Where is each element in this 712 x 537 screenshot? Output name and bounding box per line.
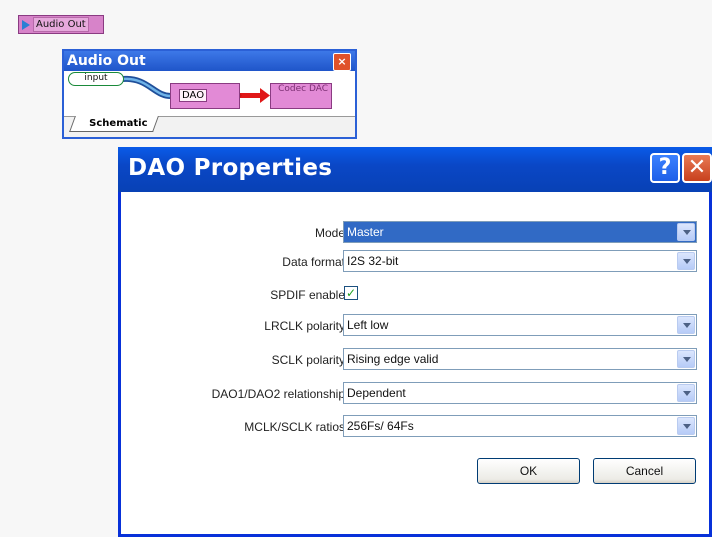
- audio-out-window[interactable]: Audio Out × input DAO Codec DAC Schemati…: [62, 49, 357, 139]
- dropdown-value: Master: [347, 225, 384, 239]
- dao-relationship-dropdown[interactable]: Dependent: [343, 382, 697, 404]
- audio-out-block[interactable]: Audio Out: [18, 15, 104, 34]
- dao-block[interactable]: DAO: [170, 83, 240, 109]
- field-label: Mode: [314, 226, 345, 240]
- field-spdif-enable: SPDIF enable ✓: [121, 283, 709, 307]
- dropdown-value: 256Fs/ 64Fs: [347, 419, 414, 433]
- dialog-titlebar[interactable]: DAO Properties ? ✕: [118, 147, 712, 192]
- codec-dac-block[interactable]: Codec DAC: [270, 83, 332, 109]
- chevron-down-icon[interactable]: [677, 223, 695, 241]
- play-triangle-icon: [22, 19, 30, 30]
- field-lrclk-polarity: LRCLK polarity Left low: [121, 314, 709, 338]
- dialog-title: DAO Properties: [128, 155, 333, 181]
- dropdown-value: Left low: [347, 318, 389, 332]
- field-dao-relationship: DAO1/DAO2 relationship Dependent: [121, 382, 709, 406]
- chevron-down-icon[interactable]: [677, 384, 695, 402]
- field-label: Data format: [282, 255, 345, 269]
- spdif-enable-checkbox[interactable]: ✓: [344, 286, 358, 300]
- dao-properties-dialog: DAO Properties ? ✕ Mode Master Data form…: [118, 147, 712, 537]
- field-label: LRCLK polarity: [264, 319, 345, 333]
- close-icon[interactable]: ✕: [682, 153, 712, 183]
- field-data-format: Data format I2S 32-bit: [121, 250, 709, 274]
- field-label: SPDIF enable: [270, 288, 345, 302]
- field-label: DAO1/DAO2 relationship: [211, 387, 345, 401]
- sclk-polarity-dropdown[interactable]: Rising edge valid: [343, 348, 697, 370]
- input-port[interactable]: input: [68, 72, 124, 86]
- field-label: MCLK/SCLK ratios: [244, 420, 345, 434]
- mclk-sclk-ratios-dropdown[interactable]: 256Fs/ 64Fs: [343, 415, 697, 437]
- audio-out-window-title: Audio Out: [67, 53, 146, 69]
- dialog-body: Mode Master Data format I2S 32-bit SPDIF…: [121, 192, 709, 534]
- lrclk-polarity-dropdown[interactable]: Left low: [343, 314, 697, 336]
- audio-out-window-titlebar[interactable]: Audio Out ×: [64, 51, 355, 71]
- dropdown-value: I2S 32-bit: [347, 254, 399, 268]
- dao-block-label: DAO: [179, 89, 208, 102]
- cancel-button[interactable]: Cancel: [593, 458, 696, 484]
- tab-schematic[interactable]: Schematic: [69, 116, 160, 132]
- mode-dropdown[interactable]: Master: [343, 221, 697, 243]
- dropdown-value: Rising edge valid: [347, 352, 439, 366]
- canvas-background: Audio Out Audio Out × input DAO Codec DA…: [0, 0, 712, 537]
- tab-bar: Schematic: [64, 116, 355, 137]
- chevron-down-icon[interactable]: [677, 316, 695, 334]
- field-mode: Mode Master: [121, 221, 709, 245]
- dropdown-value: Dependent: [347, 386, 406, 400]
- field-label: SCLK polarity: [271, 353, 345, 367]
- audio-out-block-label: Audio Out: [33, 17, 89, 32]
- help-icon[interactable]: ?: [650, 153, 680, 183]
- close-icon[interactable]: ×: [333, 53, 351, 71]
- chevron-down-icon[interactable]: [677, 350, 695, 368]
- chevron-down-icon[interactable]: [677, 417, 695, 435]
- field-mclk-sclk-ratios: MCLK/SCLK ratios 256Fs/ 64Fs: [121, 415, 709, 439]
- data-format-dropdown[interactable]: I2S 32-bit: [343, 250, 697, 272]
- field-sclk-polarity: SCLK polarity Rising edge valid: [121, 348, 709, 372]
- chevron-down-icon[interactable]: [677, 252, 695, 270]
- schematic-canvas[interactable]: input DAO Codec DAC: [64, 71, 355, 117]
- tab-schematic-label: Schematic: [89, 118, 148, 129]
- ok-button[interactable]: OK: [477, 458, 580, 484]
